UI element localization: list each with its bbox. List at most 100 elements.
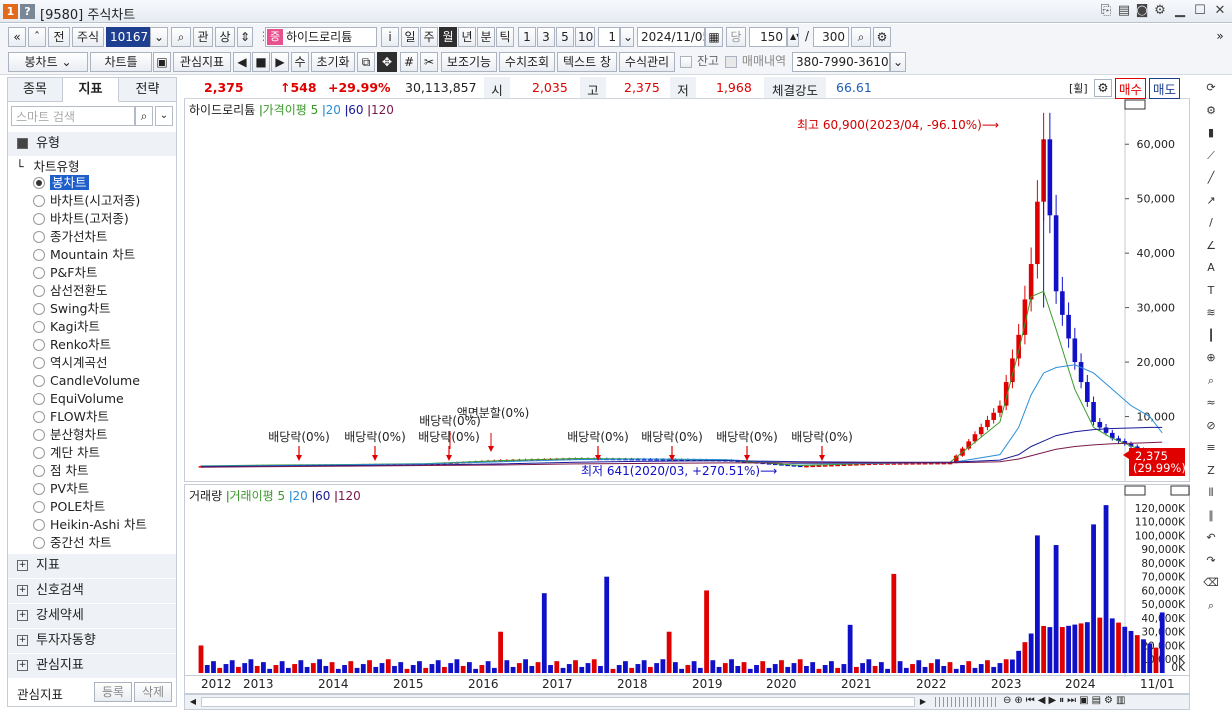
delete-button[interactable]: 삭제: [134, 682, 172, 702]
stock-code-input[interactable]: 101670: [106, 27, 150, 47]
tab-strategy[interactable]: 전략: [119, 78, 176, 102]
chart-type-item[interactable]: 바차트(고저종): [32, 210, 129, 228]
chart-nav-controls[interactable]: ⊖⊕⏮◀▶⏸⏭▣▤⚙▥: [1003, 695, 1188, 709]
close-icon[interactable]: ✕: [1212, 3, 1228, 19]
gear-icon[interactable]: ⚙: [1152, 3, 1168, 19]
camera-icon[interactable]: ◙: [1134, 3, 1150, 19]
date-input[interactable]: 2024/11/05: [637, 27, 705, 47]
up-button[interactable]: ˆ: [28, 27, 46, 47]
pattern-icon[interactable]: ≈: [1202, 394, 1220, 412]
updown-icon[interactable]: ⇕: [237, 27, 253, 47]
segment-icon[interactable]: /: [1202, 214, 1220, 232]
formula-button[interactable]: 수식관리: [619, 52, 675, 72]
collapse-icon[interactable]: ⌄: [155, 106, 173, 126]
section-signal[interactable]: + 신호검색: [8, 579, 176, 603]
sell-button[interactable]: 매도: [1149, 78, 1181, 99]
radio-icon[interactable]: [33, 267, 45, 279]
auto-icon[interactable]: A: [1202, 259, 1220, 277]
chart-type-item[interactable]: 계단 차트: [32, 444, 100, 462]
period-tick[interactable]: 틱: [496, 27, 514, 47]
radio-icon[interactable]: [33, 537, 45, 549]
chart-type-item[interactable]: 중간선 차트: [32, 534, 111, 552]
radio-icon[interactable]: [33, 285, 45, 297]
chevron-down-icon[interactable]: ⌄: [890, 52, 906, 72]
horizontal-scrollbar[interactable]: ◀ ▶ ⊖⊕⏮◀▶⏸⏭▣▤⚙▥: [184, 694, 1190, 710]
buy-button[interactable]: 매수: [1115, 78, 1147, 99]
window-icon[interactable]: ⧉: [357, 52, 375, 72]
sang-button[interactable]: 상: [215, 27, 235, 47]
volume-chart-panel[interactable]: 거래량 ǀ거래이평 5 ǀ20 ǀ60 ǀ120 10,000K20,000K3…: [184, 484, 1190, 677]
save-icon[interactable]: ▣: [153, 52, 171, 72]
bars-max-input[interactable]: 300: [813, 27, 849, 47]
scroll-thumb[interactable]: [201, 697, 915, 707]
num-query-button[interactable]: 수치조회: [499, 52, 555, 72]
radio-icon[interactable]: [33, 321, 45, 333]
trend-icon[interactable]: ⟋: [1202, 147, 1220, 165]
period-year[interactable]: 년: [458, 27, 476, 47]
chart-type-item[interactable]: 역시계곡선: [32, 354, 108, 372]
chart-type-item[interactable]: POLE차트: [32, 498, 105, 516]
hash-icon[interactable]: #: [400, 52, 418, 72]
section-investor[interactable]: + 투자자동향: [8, 629, 176, 653]
ray-icon[interactable]: ↗: [1202, 192, 1220, 210]
bars-icon[interactable]: ∥: [1202, 507, 1220, 525]
period-week[interactable]: 주: [420, 27, 438, 47]
bar-chart-icon[interactable]: ▮: [1202, 124, 1220, 142]
num-3-button[interactable]: 3: [537, 27, 555, 47]
chart-type-item[interactable]: FLOW차트: [32, 408, 109, 426]
su-button[interactable]: 수: [291, 52, 309, 72]
price-chart-panel[interactable]: 하이드로리튬 ǀ가격이평 5 ǀ20 ǀ60 ǀ120 10,000 20,000…: [184, 99, 1190, 482]
dang-button[interactable]: 당: [726, 27, 746, 47]
zoom-in-icon[interactable]: ⊕: [1202, 349, 1220, 367]
radio-icon[interactable]: [33, 375, 45, 387]
expand-icon[interactable]: »: [1214, 27, 1226, 47]
radio-icon[interactable]: [33, 393, 45, 405]
num-5-button[interactable]: 5: [556, 27, 574, 47]
radio-icon[interactable]: [33, 465, 45, 477]
info-button[interactable]: i: [381, 27, 399, 47]
count-select[interactable]: 1: [598, 27, 620, 47]
angle-icon[interactable]: ∠: [1202, 237, 1220, 255]
refresh-icon[interactable]: ⟳: [1202, 79, 1220, 97]
zoom-slider[interactable]: [935, 697, 999, 707]
reset-button[interactable]: 초기화: [311, 52, 355, 72]
register-button[interactable]: 등록: [94, 682, 132, 702]
radio-icon[interactable]: [33, 483, 45, 495]
radio-icon[interactable]: [33, 177, 45, 189]
chart-type-item[interactable]: 분산형차트: [32, 426, 108, 444]
gann-icon[interactable]: ⊘: [1202, 417, 1220, 435]
prev-button[interactable]: «: [8, 27, 26, 47]
radio-icon[interactable]: [33, 231, 45, 243]
bars-input[interactable]: 150: [749, 27, 787, 47]
smart-search-input[interactable]: 스마트 검색: [11, 106, 135, 126]
section-type[interactable]: 유형: [8, 132, 176, 156]
stock-type-button[interactable]: 주식: [72, 27, 104, 47]
link-icon[interactable]: ⎘: [1098, 3, 1114, 19]
bong-chart-button[interactable]: 봉차트 ⌄: [8, 52, 88, 72]
grid-icon[interactable]: ⦀: [1202, 484, 1220, 502]
section-indicator[interactable]: + 지표: [8, 554, 176, 578]
search-icon[interactable]: ⌕: [1202, 597, 1220, 615]
chart-type-item[interactable]: 종가선차트: [32, 228, 108, 246]
tab-indicator[interactable]: 지표: [63, 78, 119, 102]
crosshair-icon[interactable]: ✥: [377, 52, 397, 72]
radio-icon[interactable]: [33, 339, 45, 351]
chart-type-item[interactable]: P&F차트: [32, 264, 97, 282]
chart-type-item[interactable]: PV차트: [32, 480, 89, 498]
help-icon[interactable]: ?: [20, 4, 35, 19]
assist-button[interactable]: 보조기능: [441, 52, 497, 72]
spinner-icon[interactable]: ▲▼: [787, 27, 799, 47]
chart-type-item[interactable]: Swing차트: [32, 300, 111, 318]
section-strength[interactable]: + 강세약세: [8, 604, 176, 628]
chart-type-item[interactable]: 바차트(시고저종): [32, 192, 140, 210]
chart-type-item[interactable]: Heikin-Ashi 차트: [32, 516, 147, 534]
chart-type-item[interactable]: CandleVolume: [32, 372, 140, 390]
chart-type-item[interactable]: Mountain 차트: [32, 246, 135, 264]
period-day[interactable]: 일: [401, 27, 419, 47]
watch-indicator-button[interactable]: 관심지표: [173, 52, 231, 72]
channel-icon[interactable]: ≡: [1202, 439, 1220, 457]
fib-icon[interactable]: ≋: [1202, 304, 1220, 322]
chart-frame-button[interactable]: 차트틀: [90, 52, 152, 72]
candle-icon[interactable]: ┃: [1202, 327, 1220, 345]
chart-type-item[interactable]: 점 차트: [32, 462, 88, 480]
